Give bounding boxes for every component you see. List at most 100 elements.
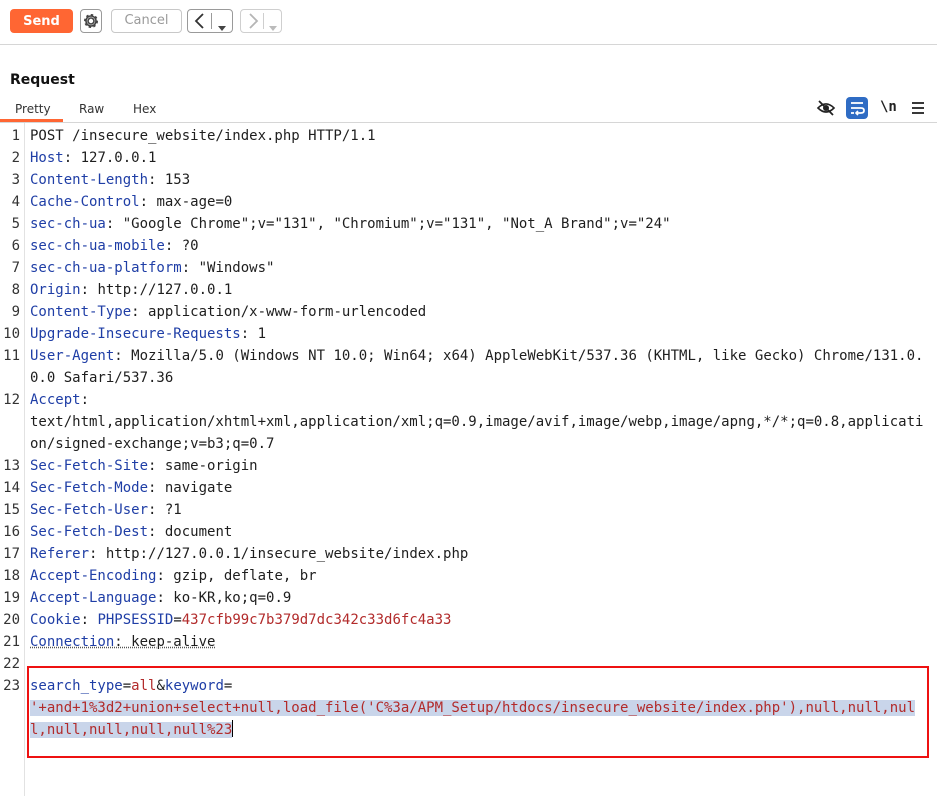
line-number: 19 — [3, 590, 20, 606]
header-name: sec-ch-ua-mobile — [30, 238, 165, 254]
header-name: Accept-Language — [30, 590, 157, 606]
header-value: same-origin — [156, 458, 258, 474]
separator — [263, 13, 264, 29]
chevron-left-icon[interactable] — [193, 12, 207, 34]
header-name: Referer — [30, 546, 90, 562]
header-value: ?1 — [156, 502, 182, 518]
header-name: User-Agent — [30, 348, 115, 364]
line-number: 6 — [11, 238, 20, 254]
header-value: application/x-www-form-urlencoded — [139, 304, 427, 320]
header-line: 16 Sec-Fetch-Dest: document — [0, 521, 937, 543]
gear-icon[interactable] — [80, 9, 102, 33]
header-value: text/html,application/xhtml+xml,applicat… — [30, 414, 924, 452]
line-number: 10 — [3, 326, 20, 342]
wrap-lines-icon[interactable] — [846, 97, 868, 123]
header-name: sec-ch-ua-platform — [30, 260, 182, 276]
request-line: 1 POST /insecure_website/index.php HTTP/… — [0, 125, 937, 147]
header-value: gzip, deflate, br — [164, 568, 317, 584]
cookie-value: 437cfb99c7b379d7dc342c33d6fc4a33 — [181, 612, 452, 628]
line-number: 9 — [11, 304, 20, 320]
line-number: 2 — [11, 150, 20, 166]
header-line: 11 User-Agent: Mozilla/5.0 (Windows NT 10… — [0, 345, 937, 389]
header-line: 2 Host: 127.0.0.1 — [0, 147, 937, 169]
caret-down-icon[interactable] — [268, 18, 278, 37]
back-navigation-group[interactable] — [187, 9, 233, 33]
header-value: ?0 — [173, 238, 199, 254]
header-value: document — [156, 524, 233, 540]
line-number: 22 — [3, 656, 20, 672]
header-line: 13 Sec-Fetch-Site: same-origin — [0, 455, 937, 477]
header-line: 14 Sec-Fetch-Mode: navigate — [0, 477, 937, 499]
line-number: 11 — [3, 348, 20, 364]
separator — [211, 13, 212, 29]
send-button[interactable]: Send — [10, 9, 73, 33]
header-line: 19 Accept-Language: ko-KR,ko;q=0.9 — [0, 587, 937, 609]
header-line: 15 Sec-Fetch-User: ?1 — [0, 499, 937, 521]
line-number: 23 — [3, 678, 20, 694]
tab-hex[interactable]: Hex — [133, 102, 156, 116]
header-value: http://127.0.0.1 — [89, 282, 233, 298]
header-value: "Google Chrome";v="131", "Chromium";v="1… — [114, 216, 671, 232]
chevron-right-icon[interactable] — [246, 12, 260, 34]
request-line-text: POST /insecure_website/index.php HTTP/1.… — [30, 128, 376, 144]
header-name: Cookie — [30, 612, 81, 628]
header-value: max-age=0 — [148, 194, 233, 210]
header-line: 8 Origin: http://127.0.0.1 — [0, 279, 937, 301]
cookie-name: PHPSESSID — [97, 612, 174, 628]
caret-down-icon[interactable] — [217, 18, 227, 37]
header-value: keep-alive — [122, 634, 216, 650]
line-number: 5 — [11, 216, 20, 232]
menu-icon[interactable] — [911, 100, 925, 120]
header-line: 12 Accept: text/html,application/xhtml+xm… — [0, 389, 937, 455]
header-name: Connection — [30, 634, 115, 650]
toolbar: Send Cancel — [0, 0, 937, 45]
header-value: http://127.0.0.1/insecure_website/index.… — [97, 546, 469, 562]
header-line: 5 sec-ch-ua: "Google Chrome";v="131", "Ch… — [0, 213, 937, 235]
header-value: Mozilla/5.0 (Windows NT 10.0; Win64; x64… — [30, 348, 924, 386]
header-name: Sec-Fetch-User — [30, 502, 149, 518]
forward-navigation-group[interactable] — [240, 9, 282, 33]
header-value: "Windows" — [190, 260, 275, 276]
header-name: Content-Type — [30, 304, 132, 320]
line-number: 7 — [11, 260, 20, 276]
line-number: 12 — [3, 392, 20, 408]
cancel-button[interactable]: Cancel — [111, 9, 182, 33]
header-name: Cache-Control — [30, 194, 140, 210]
eye-off-icon[interactable] — [816, 98, 836, 122]
header-name: sec-ch-ua — [30, 216, 106, 232]
line-number: 14 — [3, 480, 20, 496]
header-value: navigate — [156, 480, 233, 496]
line-number: 1 — [11, 128, 20, 144]
line-number: 17 — [3, 546, 20, 562]
newline-toggle-icon[interactable]: \n — [880, 99, 897, 115]
header-value: 1 — [249, 326, 267, 342]
line-number: 15 — [3, 502, 20, 518]
header-name: Origin — [30, 282, 81, 298]
header-name: Sec-Fetch-Site — [30, 458, 149, 474]
line-number: 13 — [3, 458, 20, 474]
line-number: 4 — [11, 194, 20, 210]
line-number: 18 — [3, 568, 20, 584]
active-tab-indicator — [0, 119, 63, 122]
header-name: Accept-Encoding — [30, 568, 157, 584]
header-value: 127.0.0.1 — [72, 150, 157, 166]
tab-pretty[interactable]: Pretty — [15, 102, 51, 116]
request-editor[interactable]: 1 POST /insecure_website/index.php HTTP/… — [0, 123, 937, 796]
header-value: 153 — [156, 172, 191, 188]
header-name: Accept — [30, 392, 81, 408]
cookie-line: 20 Cookie: PHPSESSID=437cfb99c7b379d7dc34… — [0, 609, 937, 631]
line-number: 3 — [11, 172, 20, 188]
header-line: 9 Content-Type: application/x-www-form-ur… — [0, 301, 937, 323]
header-line: 21 Connection: keep-alive — [0, 631, 937, 653]
header-name: Content-Length — [30, 172, 149, 188]
header-line: 6 sec-ch-ua-mobile: ?0 — [0, 235, 937, 257]
header-name: Sec-Fetch-Mode — [30, 480, 149, 496]
header-line: 3 Content-Length: 153 — [0, 169, 937, 191]
header-line: 4 Cache-Control: max-age=0 — [0, 191, 937, 213]
header-line: 18 Accept-Encoding: gzip, deflate, br — [0, 565, 937, 587]
header-name: Sec-Fetch-Dest — [30, 524, 149, 540]
header-name: Upgrade-Insecure-Requests — [30, 326, 241, 342]
line-number: 16 — [3, 524, 20, 540]
tab-raw[interactable]: Raw — [79, 102, 104, 116]
header-line: 10 Upgrade-Insecure-Requests: 1 — [0, 323, 937, 345]
